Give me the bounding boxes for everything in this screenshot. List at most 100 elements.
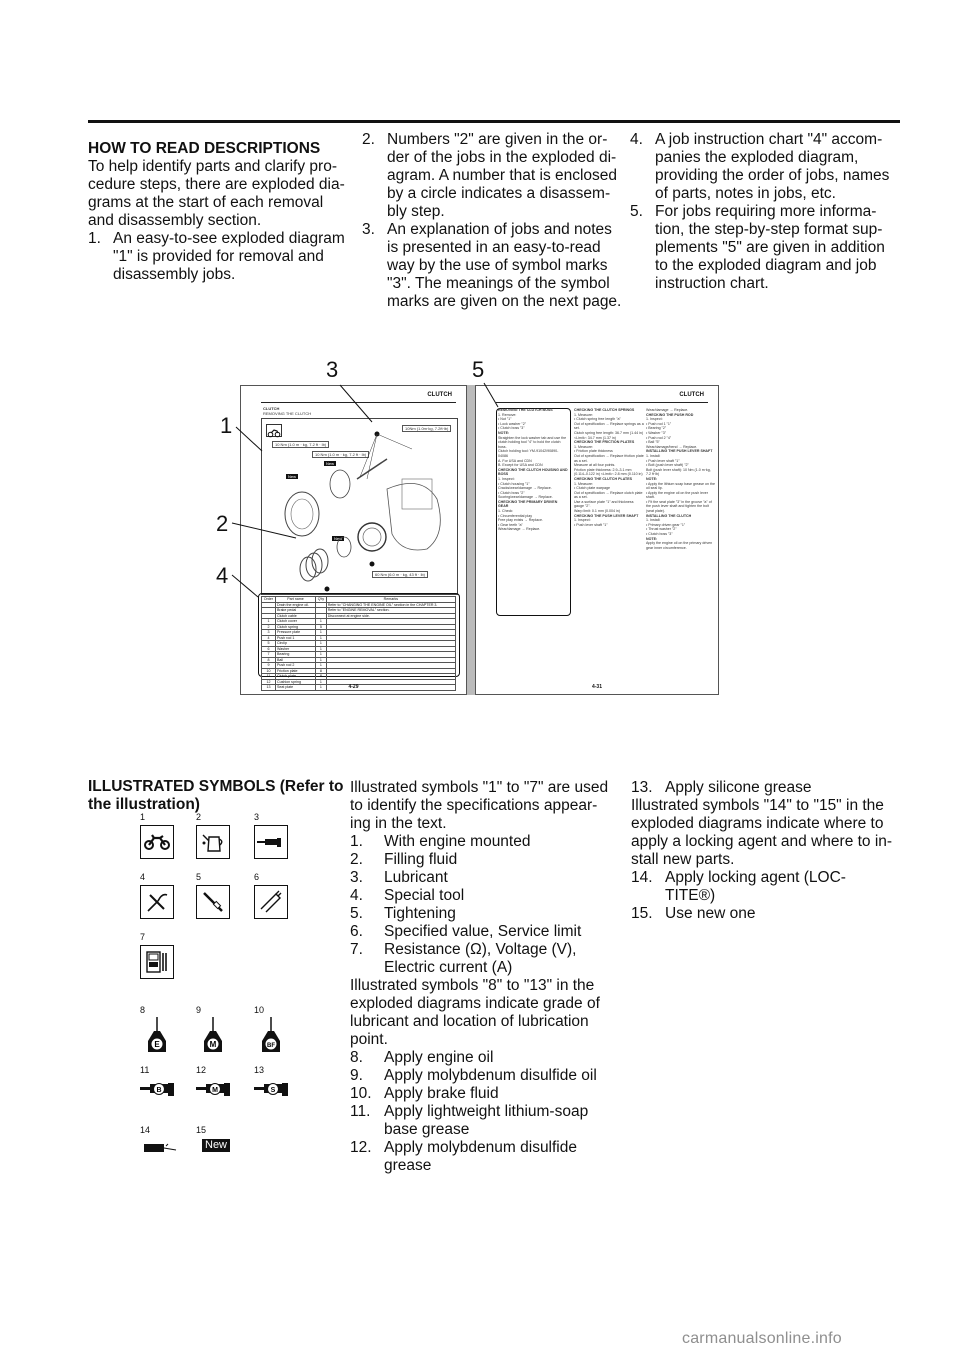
list-number: 3. bbox=[350, 869, 363, 886]
symbols-text-column-3: 13. Apply silicone grease Illustrated sym… bbox=[631, 779, 901, 923]
svg-text:B: B bbox=[156, 1087, 161, 1094]
list-text: With engine mounted bbox=[384, 833, 531, 850]
list-item: 12. Apply molybdenum disulfide grease bbox=[350, 1139, 615, 1175]
callout-3: 3 bbox=[326, 357, 339, 382]
list-text: Apply molybdenum disulfide oil bbox=[384, 1067, 597, 1084]
instruction-line: Clutch holding tool: YM-91042/90890-0408… bbox=[498, 449, 559, 458]
list-item: 2. Filling fluid bbox=[350, 851, 615, 869]
list-text: grease bbox=[384, 1157, 432, 1174]
svg-text:E: E bbox=[154, 1040, 160, 1049]
section-heading: HOW TO READ DESCRIPTIONS bbox=[88, 140, 321, 157]
page-header: CLUTCH bbox=[427, 392, 452, 398]
example-page-left: CLUTCH CLUTCH REMOVING THE CLUTCH 10 Nm … bbox=[240, 385, 467, 695]
instruction-line: Clutch spring free length: 36.7 mm (1.44… bbox=[574, 430, 644, 440]
list-item: 8. Apply engine oil bbox=[350, 1049, 615, 1067]
list-item: 5. Tightening bbox=[350, 905, 615, 923]
instruction-line: Straighten the lock washer tab and use t… bbox=[498, 435, 567, 449]
table-row: Drain the engine oil. Refer to "CHANGING … bbox=[261, 601, 457, 608]
symbol-number: 10 bbox=[254, 1005, 265, 1015]
example-page-right: CLUTCH REMOVING THE CLUTCH BOSS 1. Remove… bbox=[475, 385, 719, 695]
list-text: Apply lightweight lithium-soap bbox=[384, 1103, 589, 1120]
list-text: Electric current (A) bbox=[384, 959, 513, 976]
list-item: 3. An explanation of jobs and notes is p… bbox=[362, 221, 622, 310]
para-line: ing in the text. bbox=[350, 815, 447, 832]
list-text: Use new one bbox=[665, 905, 756, 922]
list-item: 1. With engine mounted bbox=[350, 833, 615, 851]
symbol-number: 3 bbox=[254, 812, 260, 822]
exploded-diagram: 10 Nm (1.0 m · kg, 7.2 ft · lb) 10 Nm (1… bbox=[261, 418, 458, 595]
instruction-column-1: REMOVING THE CLUTCH BOSS 1. Remove: • Nut … bbox=[498, 408, 568, 532]
intro-line: cedure steps, there are exploded dia- bbox=[88, 176, 345, 193]
callout-1: 1 bbox=[220, 413, 233, 438]
list-number: 14. bbox=[631, 869, 653, 886]
intro-line: grams at the start of each removal bbox=[88, 194, 324, 211]
motorcycle-icon bbox=[140, 825, 174, 859]
symbol-number: 7 bbox=[140, 932, 146, 942]
grease-gun-icon bbox=[254, 825, 288, 859]
list-item: 10. Apply brake fluid bbox=[350, 1085, 615, 1103]
symbols-heading: ILLUSTRATED SYMBOLS (Refer to bbox=[88, 778, 344, 795]
list-item: 11. Apply lightweight lithium-soap base gr… bbox=[350, 1103, 615, 1139]
instruction-line: CHECKING THE PRIMARY DRIVEN GEAR bbox=[498, 499, 558, 509]
list-text: base grease bbox=[384, 1121, 470, 1138]
symbol-number: 1 bbox=[140, 812, 146, 822]
list-number: 13. bbox=[631, 779, 653, 796]
caliper-icon bbox=[254, 885, 288, 919]
page-number: 4-29 bbox=[348, 684, 359, 690]
list-text: Apply brake fluid bbox=[384, 1085, 499, 1102]
list-item: 4. Special tool bbox=[350, 887, 615, 905]
list-text: Apply locking agent (LOC- bbox=[665, 869, 846, 886]
list-item: 2. Numbers "2" are given in the or- der … bbox=[362, 131, 618, 220]
intro-column-2: 2. Numbers "2" are given in the or- der … bbox=[362, 131, 622, 311]
svg-text:BF: BF bbox=[267, 1043, 275, 1049]
list-text: Apply engine oil bbox=[384, 1049, 494, 1066]
list-item: 14. Apply locking agent (LOC- TITE®) bbox=[631, 869, 901, 905]
symbol-number: 2 bbox=[196, 812, 202, 822]
intro-line: and disassembly section. bbox=[88, 212, 262, 229]
list-item: 5. For jobs requiring more informa- tion… bbox=[630, 203, 885, 292]
symbol-number: 14 bbox=[140, 1125, 151, 1135]
list-text: Apply silicone grease bbox=[665, 779, 812, 796]
callout-2: 2 bbox=[216, 511, 229, 536]
instruction-line: Use a surface plate "1" and thickness ga… bbox=[574, 499, 634, 509]
svg-text:S: S bbox=[271, 1087, 276, 1094]
multimeter-icon bbox=[140, 945, 174, 979]
symbol-number: 8 bbox=[140, 1005, 146, 1015]
example-spread-illustration: CLUTCH CLUTCH REMOVING THE CLUTCH 10 Nm … bbox=[200, 355, 720, 755]
symbol-number: 15 bbox=[196, 1125, 207, 1135]
list-item: 7. Resistance (Ω), Voltage (V), Electric c… bbox=[350, 941, 615, 977]
list-text: Resistance (Ω), Voltage (V), bbox=[384, 941, 577, 958]
intro-column-3: 4. A job instruction chart "4" accom- pa… bbox=[630, 131, 900, 293]
clutch-parts-drawing bbox=[284, 431, 441, 592]
para-line: stall new parts. bbox=[631, 851, 735, 868]
list-text: Tightening bbox=[384, 905, 456, 922]
symbol-number: 5 bbox=[196, 872, 202, 882]
watermark: carmanualsonline.info bbox=[682, 1330, 842, 1347]
para-line: point. bbox=[350, 1031, 388, 1048]
intro-column-1: HOW TO READ DESCRIPTIONS To help identif… bbox=[88, 140, 348, 284]
symbols-text-column-2: Illustrated symbols "1" to "7" are used … bbox=[350, 779, 615, 1175]
instruction-column-2: CHECKING THE CLUTCH SPRINGS 1. Measure: • … bbox=[574, 408, 644, 527]
list-number: 1. bbox=[350, 833, 363, 850]
list-text: Filling fluid bbox=[384, 851, 458, 868]
instruction-line: Apply the engine oil on the primary driv… bbox=[646, 541, 713, 550]
grease-gun-icon: B bbox=[140, 1081, 180, 1097]
para-line: Illustrated symbols "8" to "13" in the bbox=[350, 977, 595, 994]
list-number: 7. bbox=[350, 941, 363, 958]
grease-gun-icon: S bbox=[254, 1081, 294, 1097]
list-number: 10. bbox=[350, 1085, 372, 1102]
locking-agent-icon bbox=[144, 1141, 178, 1159]
list-number: 15. bbox=[631, 905, 653, 922]
list-text: Special tool bbox=[384, 887, 465, 904]
list-number: 11. bbox=[350, 1103, 371, 1120]
instruction-line: CHECKING THE CLUTCH SPRINGS bbox=[574, 408, 635, 412]
special-tool-icon bbox=[140, 885, 174, 919]
instruction-line: Out of specification → Replace clutch pl… bbox=[574, 490, 643, 500]
symbol-number: 12 bbox=[196, 1065, 207, 1075]
list-item: 13. Apply silicone grease bbox=[631, 779, 901, 797]
list-item: 15. Use new one bbox=[631, 905, 901, 923]
instruction-line: • Fit the seat plate "3" in the groove "… bbox=[646, 499, 712, 514]
list-number: 5. bbox=[350, 905, 363, 922]
instruction-line: Bolt (push lever shaft): 10 Nm (1.0 m·kg… bbox=[646, 467, 711, 477]
instruction-line: • Apply the engine oil on the push lever… bbox=[646, 490, 708, 500]
